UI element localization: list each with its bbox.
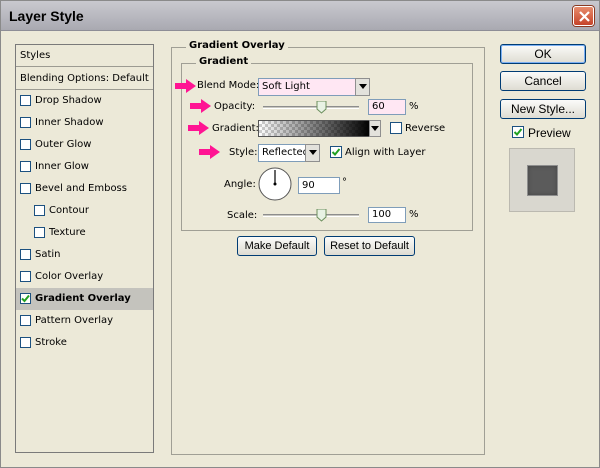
scale-input[interactable]: 100 [368,207,406,223]
opacity-input[interactable]: 60 [368,99,406,115]
scale-label: Scale: [227,210,258,221]
align-with-layer-label: Align with Layer [345,147,426,158]
checkmark-icon [21,294,30,303]
style-checkbox[interactable] [34,227,45,238]
preview-thumbnail [527,165,558,196]
sidebar-item-label: Inner Shadow [35,117,104,128]
style-checkbox[interactable] [20,293,31,304]
chevron-down-icon [309,150,317,155]
opacity-slider-thumb[interactable] [316,101,327,114]
arrow-pointer-icon [175,79,196,93]
preview-checkbox[interactable] [512,126,524,138]
sidebar-item-pattern-overlay[interactable]: Pattern Overlay [16,310,153,332]
angle-dial[interactable] [257,166,293,202]
angle-degree: ° [342,177,347,188]
sidebar-item-bevel-and-emboss[interactable]: Bevel and Emboss [16,178,153,200]
style-checkbox[interactable] [20,271,31,282]
sidebar-item-color-overlay[interactable]: Color Overlay [16,266,153,288]
sidebar-item-label: Inner Glow [35,161,89,172]
blend-mode-dropdown-button[interactable] [355,78,370,96]
sidebar-item-label: Drop Shadow [35,95,102,106]
arrow-pointer-icon [188,121,209,135]
arrow-pointer-icon [199,145,220,159]
reverse-label: Reverse [405,123,446,134]
checkmark-icon [513,128,523,136]
style-dropdown-button[interactable] [305,144,320,162]
opacity-slider[interactable] [263,106,359,109]
style-checkbox[interactable] [20,161,31,172]
reset-to-default-button[interactable]: Reset to Default [324,236,415,256]
style-checkbox[interactable] [20,139,31,150]
window-title: Layer Style [9,8,84,24]
preview-label: Preview [528,126,571,140]
sidebar-item-label: Color Overlay [35,271,104,282]
sidebar-item-inner-glow[interactable]: Inner Glow [16,156,153,178]
close-icon [579,11,590,22]
angle-input[interactable]: 90 [298,177,340,194]
sidebar-item-inner-shadow[interactable]: Inner Shadow [16,112,153,134]
style-checkbox[interactable] [34,205,45,216]
sidebar-item-gradient-overlay[interactable]: Gradient Overlay [16,288,153,310]
opacity-percent: % [409,101,419,112]
style-checkbox[interactable] [20,95,31,106]
chevron-down-icon [359,84,367,89]
ok-button[interactable]: OK [500,44,586,64]
align-with-layer-checkbox[interactable] [330,146,342,158]
cancel-button[interactable]: Cancel [500,71,586,91]
blending-options-item[interactable]: Blending Options: Default [16,68,153,90]
sidebar-item-satin[interactable]: Satin [16,244,153,266]
blend-mode-select[interactable]: Soft Light [258,78,356,96]
sidebar-item-drop-shadow[interactable]: Drop Shadow [16,90,153,112]
style-checkbox[interactable] [20,183,31,194]
styles-list: Styles Blending Options: Default Drop Sh… [15,44,154,453]
blend-mode-label: Blend Mode: [197,80,260,91]
sidebar-item-label: Stroke [35,337,67,348]
layer-style-dialog: Layer Style Styles Blending Options: Def… [0,0,600,468]
style-checkbox[interactable] [20,315,31,326]
chevron-down-icon [371,126,379,131]
style-checkbox[interactable] [20,337,31,348]
scale-percent: % [409,209,419,220]
gradient-swatch[interactable] [258,120,371,137]
sidebar-item-stroke[interactable]: Stroke [16,332,153,354]
sidebar-item-outer-glow[interactable]: Outer Glow [16,134,153,156]
sidebar-item-label: Outer Glow [35,139,92,150]
sidebar-item-contour[interactable]: Contour [16,200,153,222]
checkmark-icon [331,148,341,156]
make-default-button[interactable]: Make Default [237,236,317,256]
sidebar-item-label: Satin [35,249,61,260]
subgroup-title: Gradient [196,56,252,67]
style-checkbox[interactable] [20,249,31,260]
scale-slider[interactable] [263,214,359,217]
new-style-button[interactable]: New Style... [500,99,586,119]
gradient-dropdown-button[interactable] [369,120,381,137]
angle-label: Angle: [224,179,256,190]
close-button[interactable] [573,6,594,26]
sidebar-item-label: Texture [49,227,86,238]
gradient-label: Gradient: [212,123,259,134]
reverse-checkbox[interactable] [390,122,402,134]
sidebar-item-texture[interactable]: Texture [16,222,153,244]
sidebar-item-label: Contour [49,205,89,216]
style-select[interactable]: Reflected [258,144,309,162]
sidebar-item-label: Bevel and Emboss [35,183,127,194]
sidebar-item-label: Gradient Overlay [35,293,131,304]
opacity-label: Opacity: [214,101,256,112]
style-preview [509,148,575,212]
style-label: Style: [229,147,258,158]
styles-header[interactable]: Styles [16,45,153,67]
title-bar[interactable]: Layer Style [1,1,599,31]
sidebar-item-label: Pattern Overlay [35,315,114,326]
scale-slider-thumb[interactable] [316,209,327,222]
style-checkbox[interactable] [20,117,31,128]
group-title: Gradient Overlay [186,40,288,51]
arrow-pointer-icon [190,99,211,113]
